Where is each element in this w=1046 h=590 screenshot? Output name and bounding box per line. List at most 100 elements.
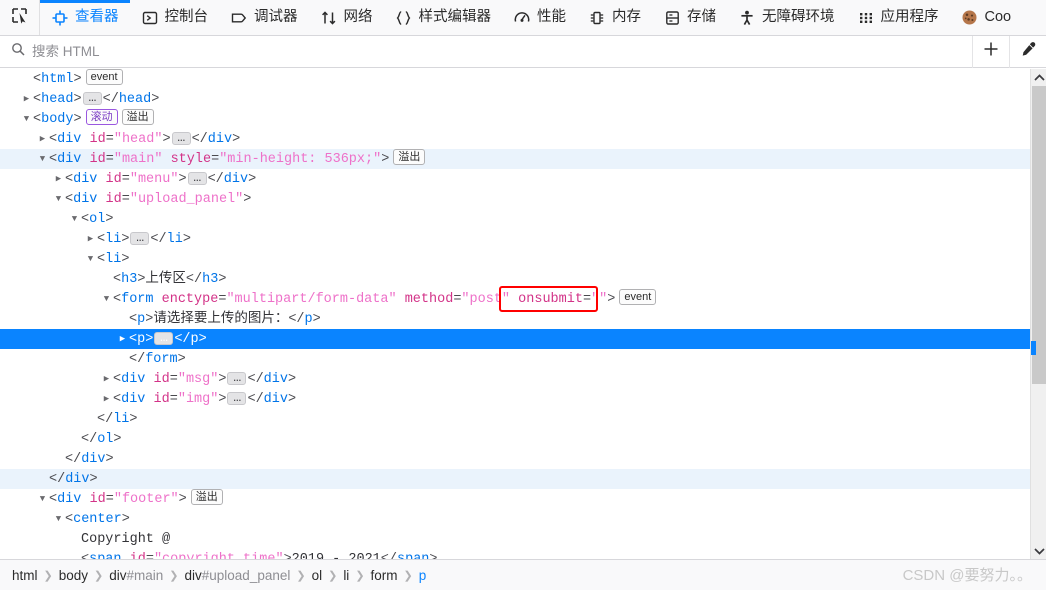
markup-row-selected[interactable]: ▶ <p>… </p> [0, 329, 1046, 349]
markup-row[interactable]: ·<span id="copyright_time">2019 - 2021</… [0, 549, 1046, 559]
twisty-expanded-icon[interactable]: ▼ [36, 149, 49, 169]
scrollbar-track[interactable] [1031, 86, 1046, 542]
node-badge[interactable]: 溢出 [393, 149, 426, 165]
markup-token-attv: "upload_panel" [129, 192, 244, 207]
breadcrumb-tag: div [184, 567, 202, 583]
tab-accessibility[interactable]: 无障碍环境 [727, 0, 846, 35]
twisty-collapsed-icon[interactable]: ▶ [100, 389, 113, 409]
markup-row[interactable]: ▶ <div id="head">… </div> [0, 129, 1046, 149]
collapsed-children-ellipsis[interactable]: … [154, 331, 174, 345]
markup-row[interactable]: ·</form> [0, 349, 1046, 369]
markup-row[interactable]: ·<p>请选择要上传的图片：</p> [0, 309, 1046, 329]
accessibility-icon [738, 9, 756, 27]
markup-row[interactable]: ·</li> [0, 409, 1046, 429]
breadcrumb-item-p[interactable]: p [418, 568, 428, 583]
twisty-expanded-icon[interactable]: ▼ [20, 109, 33, 129]
markup-row[interactable]: ·</div> [0, 469, 1046, 489]
scroll-down-arrow-icon[interactable] [1031, 542, 1046, 559]
tab-style-braces[interactable]: 样式编辑器 [384, 0, 503, 35]
collapsed-children-ellipsis[interactable]: … [130, 231, 150, 245]
element-picker-button[interactable] [0, 0, 40, 35]
breadcrumb-item-ol[interactable]: ol [311, 568, 324, 583]
markup-token-punct: </ [129, 352, 146, 367]
markup-row[interactable]: ·</div> [0, 449, 1046, 469]
breadcrumb-item-html[interactable]: html [11, 568, 39, 583]
markup-row[interactable]: ·Copyright @ [0, 529, 1046, 549]
markup-row[interactable]: ▼ <div id="footer"> 溢出 [0, 489, 1046, 509]
tab-network-arrows[interactable]: 网络 [309, 0, 384, 35]
markup-row[interactable]: ▶ <div id="menu">… </div> [0, 169, 1046, 189]
markup-token-attv: "post" [461, 292, 511, 307]
twisty-expanded-icon[interactable]: ▼ [100, 289, 113, 309]
markup-row[interactable]: ▼ <div id="upload_panel"> [0, 189, 1046, 209]
collapsed-children-ellipsis[interactable]: … [227, 391, 247, 405]
collapsed-children-ellipsis[interactable]: … [227, 371, 247, 385]
markup-row[interactable]: ▶ <head>… </head> [0, 89, 1046, 109]
node-badge[interactable]: 溢出 [190, 489, 223, 505]
twisty-expanded-icon[interactable]: ▼ [52, 509, 65, 529]
breadcrumb-item-div#main[interactable]: div #main [108, 568, 164, 583]
tab-inspector-target[interactable]: 查看器 [40, 0, 130, 35]
markup-row[interactable]: ▶ <div id="msg">… </div> [0, 369, 1046, 389]
search-container[interactable] [0, 36, 972, 67]
markup-token-tag: p [304, 312, 313, 327]
twisty-expanded-icon[interactable]: ▼ [36, 489, 49, 509]
tab-cookie[interactable]: Coo [950, 0, 1023, 35]
markup-row[interactable]: ▶ <div id="img">… </div> [0, 389, 1046, 409]
twisty-expanded-icon[interactable]: ▼ [68, 209, 81, 229]
tab-performance-gauge[interactable]: 性能 [502, 0, 577, 35]
markup-token-punct: > [113, 432, 122, 447]
twisty-collapsed-icon[interactable]: ▶ [52, 169, 65, 189]
markup-token-attv: "min-height: 536px;" [219, 152, 382, 167]
markup-row[interactable]: ▼ <li> [0, 249, 1046, 269]
search-input[interactable] [32, 36, 332, 67]
twisty-collapsed-icon[interactable]: ▶ [84, 229, 97, 249]
node-badge[interactable]: 溢出 [121, 109, 154, 125]
node-badge[interactable]: event [619, 289, 657, 305]
markup-token-punct: </ [97, 412, 114, 427]
markup-row[interactable]: ·</ol> [0, 429, 1046, 449]
twisty-expanded-icon[interactable]: ▼ [84, 249, 97, 269]
markup-row[interactable]: ·<h3>上传区</h3> [0, 269, 1046, 289]
markup-token-punct: < [113, 292, 122, 307]
twisty-collapsed-icon[interactable]: ▶ [116, 329, 129, 349]
twisty-collapsed-icon[interactable]: ▶ [36, 129, 49, 149]
breadcrumb-item-li[interactable]: li [342, 568, 350, 583]
tab-memory-chip[interactable]: 内存 [577, 0, 652, 35]
markup-tree-view[interactable]: ·<html>event▶<head>…</head>▼<body>滚动溢出▶<… [0, 69, 1046, 559]
markup-token-punct: </ [81, 432, 98, 447]
scrollbar-thumb[interactable] [1032, 86, 1046, 384]
breadcrumb-item-form[interactable]: form [370, 568, 399, 583]
tab-console-chevron[interactable]: 控制台 [130, 0, 220, 35]
markup-token-punct: > [182, 232, 191, 247]
scroll-up-arrow-icon[interactable] [1031, 69, 1046, 86]
node-badge[interactable]: event [85, 69, 123, 85]
breadcrumb-item-body[interactable]: body [58, 568, 89, 583]
twisty-expanded-icon[interactable]: ▼ [52, 189, 65, 209]
markup-row[interactable]: ▶ <li>… </li> [0, 229, 1046, 249]
node-badge[interactable]: 滚动 [85, 109, 118, 125]
markup-row[interactable]: ▼ <center> [0, 509, 1046, 529]
twisty-collapsed-icon[interactable]: ▶ [20, 89, 33, 109]
markup-vertical-scrollbar[interactable] [1030, 69, 1046, 559]
eyedropper-button[interactable] [1009, 35, 1046, 68]
markup-row[interactable]: ▼ <form enctype = "multipart/form-data" met… [0, 289, 1046, 309]
breadcrumb-item-div#upload_panel[interactable]: div #upload_panel [184, 568, 292, 583]
collapsed-children-ellipsis[interactable]: … [171, 131, 191, 145]
add-node-button[interactable] [972, 35, 1009, 68]
tab-application-grid[interactable]: 应用程序 [846, 0, 950, 35]
twisty-collapsed-icon[interactable]: ▶ [100, 369, 113, 389]
collapsed-children-ellipsis[interactable]: … [82, 91, 102, 105]
markup-token-punct: = [105, 132, 114, 147]
markup-row[interactable]: ▼ <ol> [0, 209, 1046, 229]
markup-row[interactable]: ▼ <div id="main" style="min-height: 536px… [0, 149, 1046, 169]
tab-storage-drawer[interactable]: 存储 [652, 0, 727, 35]
markup-row[interactable]: ·<html>event [0, 69, 1046, 89]
markup-token-attn: id [89, 132, 106, 147]
twisty-placeholder: · [116, 309, 129, 329]
tab-debugger-tag[interactable]: 调试器 [219, 0, 309, 35]
markup-token-tag: form [121, 292, 154, 307]
collapsed-children-ellipsis[interactable]: … [187, 171, 207, 185]
markup-token-punct: < [97, 232, 106, 247]
markup-row[interactable]: ▼ <body> 滚动 溢出 [0, 109, 1046, 129]
